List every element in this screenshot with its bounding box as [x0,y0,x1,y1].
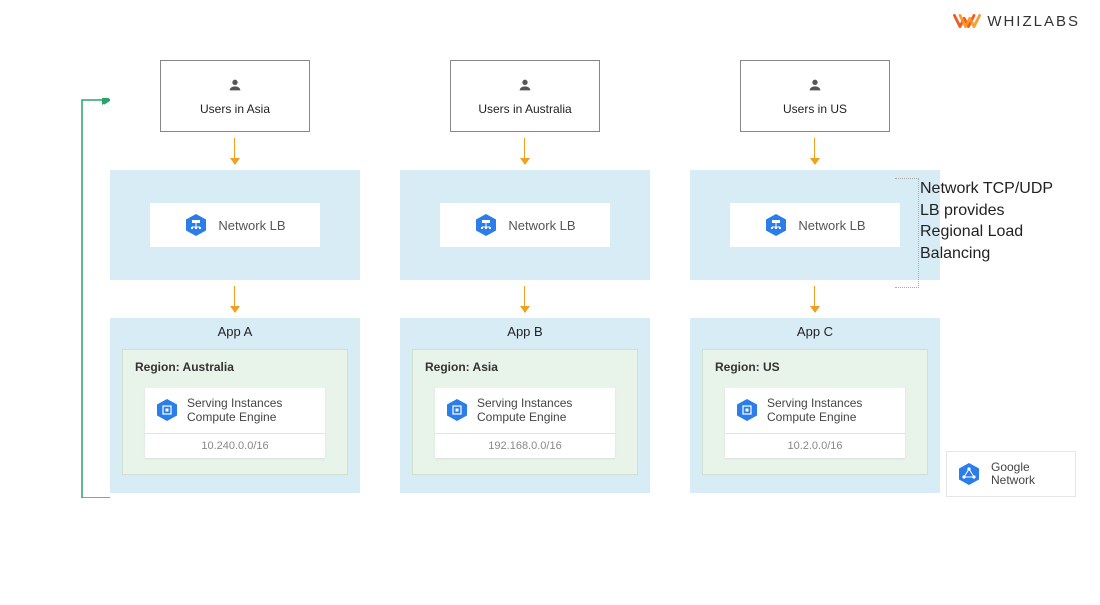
app-title: App A [122,324,348,339]
users-box: Users in Australia [450,60,600,132]
compute-engine-icon [155,398,179,422]
users-box: Users in US [740,60,890,132]
serving-line1: Serving Instances [477,396,572,410]
ip-range: 10.240.0.0/16 [145,433,325,458]
app-container: App C Region: US Serving Instances Compu… [690,318,940,493]
column-asia: Users in Asia Network LB App A Region: A… [110,60,360,493]
users-label: Users in Australia [478,102,571,116]
lb-container: Network LB [110,170,360,280]
region-label: Region: US [715,360,915,374]
users-label: Users in US [783,102,847,116]
serving-line2: Compute Engine [767,410,856,424]
feedback-arrow [80,98,110,498]
arrow-icon [234,138,236,164]
annotation-text: Network TCP/UDP LB provides Regional Loa… [920,178,1070,264]
load-balancer-icon [184,213,208,237]
arrow-icon [524,138,526,164]
serving-instances-box: Serving Instances Compute Engine 10.2.0.… [725,388,905,458]
arrow-icon [524,286,526,312]
region-box: Region: US Serving Instances Compute Eng… [702,349,928,475]
diagram-columns: Users in Asia Network LB App A Region: A… [110,60,940,493]
serving-line1: Serving Instances [767,396,862,410]
app-title: App C [702,324,928,339]
arrow-icon [234,286,236,312]
app-container: App A Region: Australia Serving Instance… [110,318,360,493]
region-box: Region: Asia Serving Instances Compute E… [412,349,638,475]
serving-line2: Compute Engine [187,410,276,424]
region-label: Region: Asia [425,360,625,374]
network-lb-box: Network LB [730,203,900,247]
load-balancer-icon [764,213,788,237]
lb-label: Network LB [508,218,575,233]
compute-engine-icon [445,398,469,422]
app-container: App B Region: Asia Serving Instances Com… [400,318,650,493]
legend-label: Google Network [991,461,1065,487]
region-label: Region: Australia [135,360,335,374]
annotation-bracket [895,178,919,288]
user-icon [517,77,533,98]
arrow-icon [814,138,816,164]
column-australia: Users in Australia Network LB App B Regi… [400,60,650,493]
lb-container: Network LB [400,170,650,280]
legend-google-network: Google Network [946,451,1076,497]
serving-line2: Compute Engine [477,410,566,424]
google-network-icon [957,462,981,486]
user-icon [807,77,823,98]
network-lb-box: Network LB [440,203,610,247]
brand-name: WHIZLABS [987,13,1080,30]
compute-engine-icon [735,398,759,422]
lb-label: Network LB [218,218,285,233]
load-balancer-icon [474,213,498,237]
serving-instances-box: Serving Instances Compute Engine 10.240.… [145,388,325,458]
network-lb-box: Network LB [150,203,320,247]
brand-logo: WHIZLABS [953,12,1080,30]
lb-label: Network LB [798,218,865,233]
users-label: Users in Asia [200,102,270,116]
ip-range: 192.168.0.0/16 [435,433,615,458]
arrow-icon [814,286,816,312]
users-box: Users in Asia [160,60,310,132]
app-title: App B [412,324,638,339]
region-box: Region: Australia Serving Instances Comp… [122,349,348,475]
user-icon [227,77,243,98]
ip-range: 10.2.0.0/16 [725,433,905,458]
brand-mark-icon [953,12,981,30]
serving-line1: Serving Instances [187,396,282,410]
serving-instances-box: Serving Instances Compute Engine 192.168… [435,388,615,458]
